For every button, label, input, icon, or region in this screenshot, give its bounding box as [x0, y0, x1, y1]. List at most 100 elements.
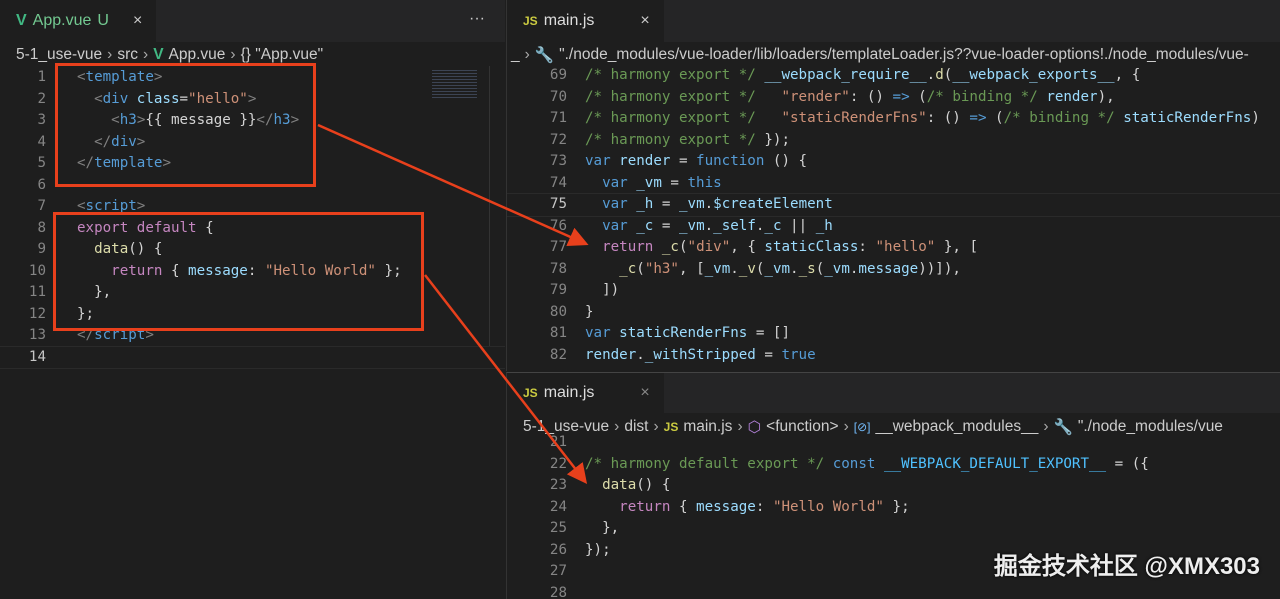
code-area[interactable]: 69 /* harmony export */ __webpack_require…	[507, 65, 1280, 366]
code-token: =	[653, 196, 679, 212]
code-token: () {	[764, 153, 808, 169]
code-token: /* binding */	[1003, 110, 1124, 126]
line-number: 9	[37, 241, 46, 257]
line-number: 22	[549, 455, 567, 472]
code-line: 78 _c("h3", [_vm._v(_vm._s(_vm.message))…	[507, 259, 1280, 281]
line-number: 10	[28, 262, 46, 279]
code-token: message	[696, 498, 756, 515]
code-token: _vm	[824, 260, 850, 277]
code-token: = ({	[1106, 455, 1149, 472]
script-highlight-box	[53, 212, 424, 331]
code-token: _vm	[636, 174, 662, 191]
close-icon[interactable]: ×	[640, 384, 649, 402]
code-token: /* binding */	[926, 88, 1047, 105]
code-token: });	[585, 541, 611, 558]
code-token: =>	[969, 110, 987, 126]
line-number: 2	[37, 90, 46, 107]
line-number: 75	[549, 196, 567, 212]
code-token: _vm	[678, 217, 705, 234]
chevron-right-icon: ›	[143, 46, 149, 63]
code-line: 23 data() {	[507, 475, 1280, 497]
code-token: : ()	[926, 110, 970, 126]
code-token: .	[704, 196, 714, 212]
code-text: render._withStripped = true	[585, 345, 816, 367]
line-number: 73	[549, 153, 567, 169]
code-token: var	[602, 174, 628, 191]
tab-main-js[interactable]: JS main.js ×	[507, 373, 664, 413]
breadcrumb-item[interactable]: 5-1_use-vue	[16, 46, 102, 64]
breadcrumb-item[interactable]: _	[511, 46, 520, 64]
code-line: 80}	[507, 302, 1280, 324]
code-token: )	[1251, 110, 1260, 126]
code-token: _vm	[678, 196, 705, 212]
line-number: 3	[37, 112, 46, 128]
code-token: "Hello World"	[772, 498, 884, 515]
line-number: 7	[37, 198, 46, 214]
code-line: 77 return _c("div", { staticClass: "hell…	[507, 237, 1280, 259]
code-text: ])	[585, 280, 619, 302]
breadcrumb-item[interactable]: "./node_modules/vue-loader/lib/loaders/t…	[559, 46, 1249, 64]
breadcrumb-item[interactable]: src	[117, 46, 138, 64]
line-number: 4	[37, 133, 46, 150]
code-line: 71 /* harmony export */ "staticRenderFns"…	[507, 108, 1280, 130]
code-token: render	[585, 346, 637, 363]
line-number: 25	[549, 520, 567, 536]
code-token: function	[696, 153, 765, 169]
code-token: $createElement	[713, 196, 833, 212]
code-token: render	[619, 153, 671, 169]
code-text: var staticRenderFns = []	[585, 323, 790, 345]
code-token: _vm	[764, 260, 791, 277]
code-token: :	[858, 239, 876, 255]
code-token: , {	[730, 239, 765, 255]
line-number: 76	[549, 217, 567, 234]
tab-bar: JS main.js ×	[507, 373, 1280, 413]
close-icon[interactable]: ×	[640, 12, 649, 30]
vue-icon: V	[16, 12, 27, 29]
code-token: =	[661, 174, 688, 191]
code-token: var	[585, 325, 611, 341]
line-number: 27	[549, 563, 567, 579]
code-token: (	[815, 260, 825, 277]
code-text: var _h = _vm.$createElement	[585, 194, 833, 216]
line-number: 81	[549, 325, 567, 341]
code-line: 70 /* harmony export */ "render": () => (…	[507, 87, 1280, 109]
line-number: 14	[28, 348, 46, 365]
code-line: 74 var _vm = this	[507, 173, 1280, 195]
code-token: =	[755, 346, 782, 363]
code-token: "render"	[781, 88, 850, 105]
breadcrumb-item[interactable]: {} "App.vue"	[241, 46, 324, 64]
code-token: message	[858, 260, 919, 277]
code-token: )	[918, 260, 927, 277]
code-token: _h	[636, 196, 654, 212]
tab-app-vue[interactable]: V App.vue U ×	[0, 0, 157, 42]
code-token: "hello"	[875, 239, 936, 255]
code-token: "h3"	[644, 260, 679, 277]
code-text: /* harmony default export */ const __WEB…	[585, 454, 1149, 476]
code-token: ||	[781, 217, 816, 234]
tab-main-js[interactable]: JS main.js ×	[507, 0, 664, 42]
line-number: 28	[549, 584, 567, 599]
more-actions-button[interactable]: ···	[469, 10, 485, 28]
code-token: /* harmony export */	[585, 131, 765, 148]
line-number: 70	[549, 88, 567, 105]
close-icon[interactable]: ×	[133, 12, 142, 30]
code-text: var render = function () {	[585, 151, 807, 173]
main-js-editor-top: JS main.js × _ › 🔧 "./node_modules/vue-loa…	[506, 0, 1280, 371]
breadcrumb-item[interactable]: App.vue	[169, 46, 226, 64]
line-number: 80	[549, 303, 567, 320]
code-line: 69 /* harmony export */ __webpack_require…	[507, 65, 1280, 87]
line-number: 79	[549, 282, 567, 298]
code-text: var _vm = this	[585, 173, 722, 195]
code-line: 72 /* harmony export */ });	[507, 130, 1280, 152]
code-token: return	[619, 498, 671, 515]
code-line: 22 /* harmony default export */ const __W…	[507, 454, 1280, 476]
line-number: 69	[549, 67, 567, 83]
code-text: /* harmony export */ });	[585, 130, 790, 152]
code-token: _withStripped	[644, 346, 756, 363]
code-line: 82 render._withStripped = true	[507, 345, 1280, 367]
code-line: 79 ])	[507, 280, 1280, 302]
